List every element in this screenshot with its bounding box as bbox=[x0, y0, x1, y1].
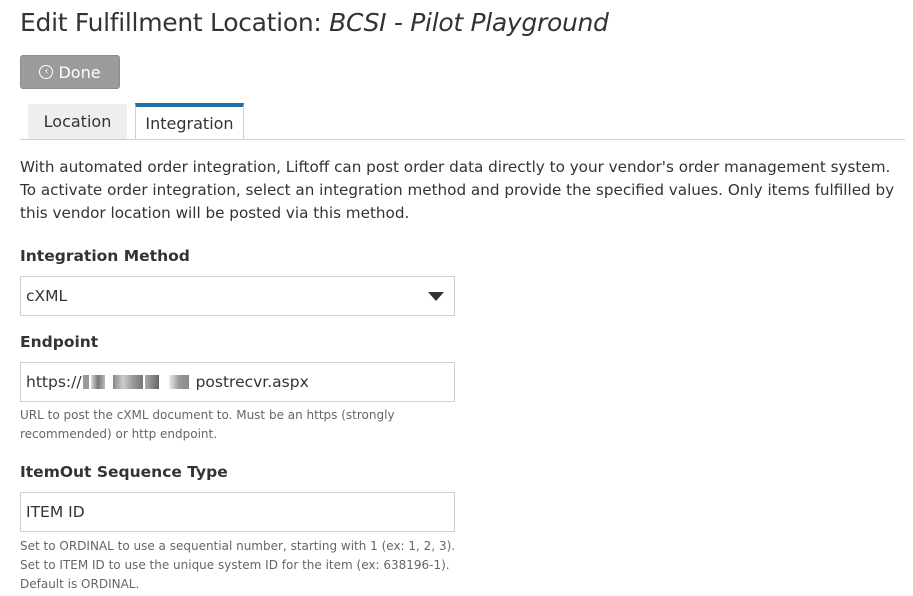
itemout-sequence-label: ItemOut Sequence Type bbox=[20, 463, 228, 481]
endpoint-help: URL to post the cXML document to. Must b… bbox=[20, 408, 395, 441]
itemout-sequence-help: Set to ORDINAL to use a sequential numbe… bbox=[20, 537, 460, 594]
tab-location[interactable]: Location bbox=[28, 104, 127, 139]
caret-down-icon bbox=[428, 292, 444, 301]
intro-text: With automated order integration, Liftof… bbox=[20, 158, 895, 222]
endpoint-label: Endpoint bbox=[20, 333, 99, 351]
itemout-sequence-input[interactable]: ITEM ID bbox=[20, 492, 455, 532]
help-line: Default is ORDINAL. bbox=[20, 577, 140, 591]
done-button[interactable]: ‹ Done bbox=[20, 55, 120, 89]
location-name: BCSI - Pilot Playground bbox=[329, 8, 609, 37]
endpoint-value-suffix: postrecvr.aspx bbox=[195, 373, 309, 391]
tabs-divider bbox=[20, 139, 905, 140]
redacted-host bbox=[82, 375, 190, 389]
tab-integration[interactable]: Integration bbox=[135, 103, 244, 139]
page-title: Edit Fulfillment Location: BCSI - Pilot … bbox=[20, 8, 609, 37]
chevron-left-circle-icon: ‹ bbox=[39, 65, 54, 79]
itemout-sequence-value: ITEM ID bbox=[26, 503, 85, 521]
integration-method-value: cXML bbox=[26, 287, 68, 305]
help-line: Set to ORDINAL to use a sequential numbe… bbox=[20, 539, 456, 553]
help-line: Set to ITEM ID to use the unique system … bbox=[20, 558, 450, 572]
done-button-label: Done bbox=[58, 62, 101, 82]
endpoint-input[interactable]: https:// postrecvr.aspx bbox=[20, 362, 455, 402]
page-title-prefix: Edit Fulfillment Location: bbox=[20, 8, 330, 37]
endpoint-value-prefix: https:// bbox=[26, 373, 82, 391]
integration-method-label: Integration Method bbox=[20, 247, 190, 265]
integration-method-select[interactable]: cXML bbox=[20, 276, 455, 316]
